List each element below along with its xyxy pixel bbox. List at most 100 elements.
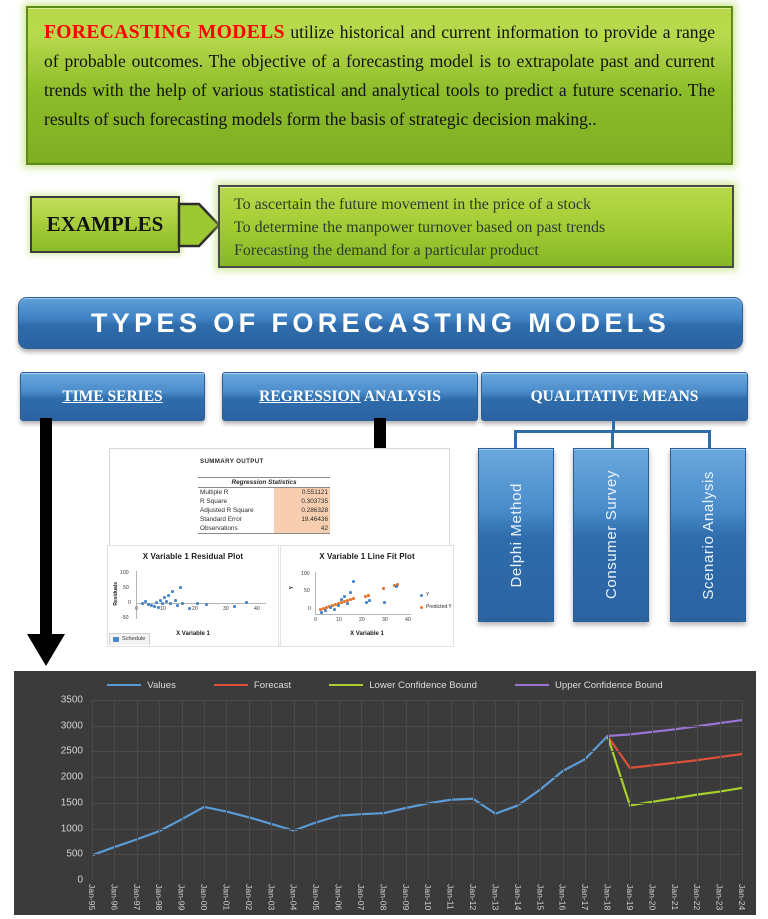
data-point — [333, 608, 336, 611]
stat-name: Observations — [198, 524, 274, 534]
stat-value: 42 — [274, 524, 330, 534]
table-row: R Square 0.303735 — [198, 497, 330, 506]
intro-paragraph: FORECASTING MODELS utilize historical an… — [44, 18, 715, 134]
x-tick: 0 — [135, 606, 138, 612]
data-point — [171, 590, 174, 593]
y-tick: -50 — [121, 615, 129, 621]
method-box-consumer-survey[interactable]: Consumer Survey — [573, 448, 649, 622]
regression-statistics-table: Regression Statistics Multiple R 0.551121… — [198, 477, 330, 534]
gridline-vertical — [293, 700, 295, 880]
x-axis-tick-label: Jan-10 — [423, 884, 434, 911]
stat-value: 0.303735 — [274, 497, 330, 506]
predicted-point — [367, 594, 370, 597]
x-axis-tick-label: Jan-04 — [288, 884, 299, 911]
legend-swatch-lower-bound — [329, 683, 364, 687]
table-row: Standard Error 19.46436 — [198, 515, 330, 524]
x-axis-tick-label: Jan-99 — [176, 884, 187, 911]
x-axis-tick-label: Jan-95 — [87, 884, 97, 911]
examples-arrow-icon — [177, 202, 221, 248]
gridline-vertical — [719, 700, 721, 880]
data-point — [245, 601, 248, 604]
category-label-underlined: TIME SERIES — [62, 387, 163, 405]
data-point — [395, 585, 398, 588]
x-axis-tick-label: Jan-23 — [714, 884, 725, 911]
legend-swatch-upper-bound — [514, 683, 549, 687]
connector-drop-right — [708, 430, 711, 449]
gridline-horizontal — [92, 828, 742, 830]
connector-drop-left — [514, 430, 517, 449]
category-box-regression-analysis[interactable]: REGRESSION ANALYSIS — [222, 372, 478, 421]
x-axis-tick-label: Jan-22 — [692, 884, 703, 911]
x-axis-tick-label: Jan-98 — [154, 884, 165, 911]
y-axis-tick-label: 0 — [77, 874, 83, 886]
data-point — [169, 602, 172, 605]
data-point — [352, 580, 355, 583]
data-point — [346, 602, 349, 605]
gridline-vertical — [383, 700, 385, 880]
method-label: Delphi Method — [507, 482, 525, 588]
x-axis-tick-label: Jan-17 — [580, 884, 591, 911]
y-axis-tick-label: 3000 — [60, 720, 83, 732]
data-point — [155, 601, 158, 604]
chart-line-values — [92, 736, 608, 855]
x-tick: 20 — [192, 606, 198, 612]
gridline-horizontal — [92, 700, 742, 701]
stat-value: 0.551121 — [274, 487, 330, 497]
legend-swatch-values — [107, 683, 142, 687]
legend-item-upper-bound: Upper Confidence Bound — [514, 679, 663, 691]
gridline-vertical — [271, 700, 273, 880]
gridline-vertical — [629, 700, 631, 880]
x-axis-tick-label: Jan-15 — [535, 884, 546, 911]
data-point — [320, 611, 323, 614]
stat-name: Standard Error — [200, 516, 242, 523]
data-point — [179, 586, 182, 589]
gridline-vertical — [697, 700, 699, 880]
gridline-vertical — [181, 700, 183, 880]
time-series-down-arrow-icon — [27, 418, 65, 666]
gridline-vertical — [316, 700, 318, 880]
data-point — [181, 602, 184, 605]
table-row-header: Regression Statistics — [198, 477, 330, 488]
data-point — [343, 595, 346, 598]
method-box-delphi-method[interactable]: Delphi Method — [478, 448, 554, 622]
x-tick: 10 — [160, 606, 166, 612]
gridline-vertical — [742, 700, 743, 880]
legend-label-y: Y — [426, 592, 430, 598]
examples-label-text: EXAMPLES — [46, 212, 164, 236]
x-axis-tick-label: Jan-18 — [602, 884, 613, 911]
y-axis-tick-label: 2500 — [60, 745, 83, 757]
x-axis-tick-label: Jan-03 — [266, 884, 277, 911]
legend-label-predicted-y: Predicted Y — [426, 604, 452, 610]
data-point — [196, 602, 199, 605]
method-box-scenario-analysis[interactable]: Scenario Analysis — [670, 448, 746, 622]
data-point — [167, 594, 170, 597]
legend-item-values: Values — [107, 680, 176, 691]
x-axis-tick-label: Jan-12 — [468, 884, 479, 911]
residual-plot: X Variable 1 Residual Plot Residuals 100… — [107, 545, 279, 647]
x-axis-tick-label: Jan-21 — [669, 884, 680, 911]
connector-drop-middle — [611, 430, 614, 449]
stat-value: 19.46436 — [274, 515, 330, 524]
category-box-time-series[interactable]: TIME SERIES — [20, 372, 205, 421]
intro-callout-box: FORECASTING MODELS utilize historical an… — [26, 6, 733, 165]
excel-regression-output-panel: SUMMARY OUTPUT Regression Statistics Mul… — [107, 448, 454, 647]
residual-plot-ylabel: Residuals — [113, 582, 119, 606]
y-axis-tick-label: 500 — [66, 848, 83, 860]
legend-label: Upper Confidence Bound — [554, 679, 663, 691]
gridline-vertical — [405, 700, 407, 880]
gridline-vertical — [450, 700, 452, 880]
x-tick: 30 — [382, 617, 388, 623]
predicted-point — [382, 587, 385, 590]
data-point — [349, 591, 352, 594]
category-box-qualitative-means[interactable]: QUALITATIVE MEANS — [481, 372, 748, 421]
y-axis-tick-label: 1000 — [60, 823, 83, 835]
gridline-vertical — [360, 700, 362, 880]
data-point — [163, 596, 166, 599]
types-banner: TYPES OF FORECASTING MODELS — [18, 297, 743, 349]
line-fit-plot-ylabel: Y — [289, 586, 295, 590]
line-fit-plot-title: X Variable 1 Line Fit Plot — [319, 552, 415, 561]
sheet-tab-schedule[interactable]: Schedule — [109, 633, 151, 645]
data-point — [161, 602, 164, 605]
x-axis-tick-label: Jan-97 — [131, 884, 142, 911]
stat-name: Adjusted R Square — [200, 507, 254, 514]
